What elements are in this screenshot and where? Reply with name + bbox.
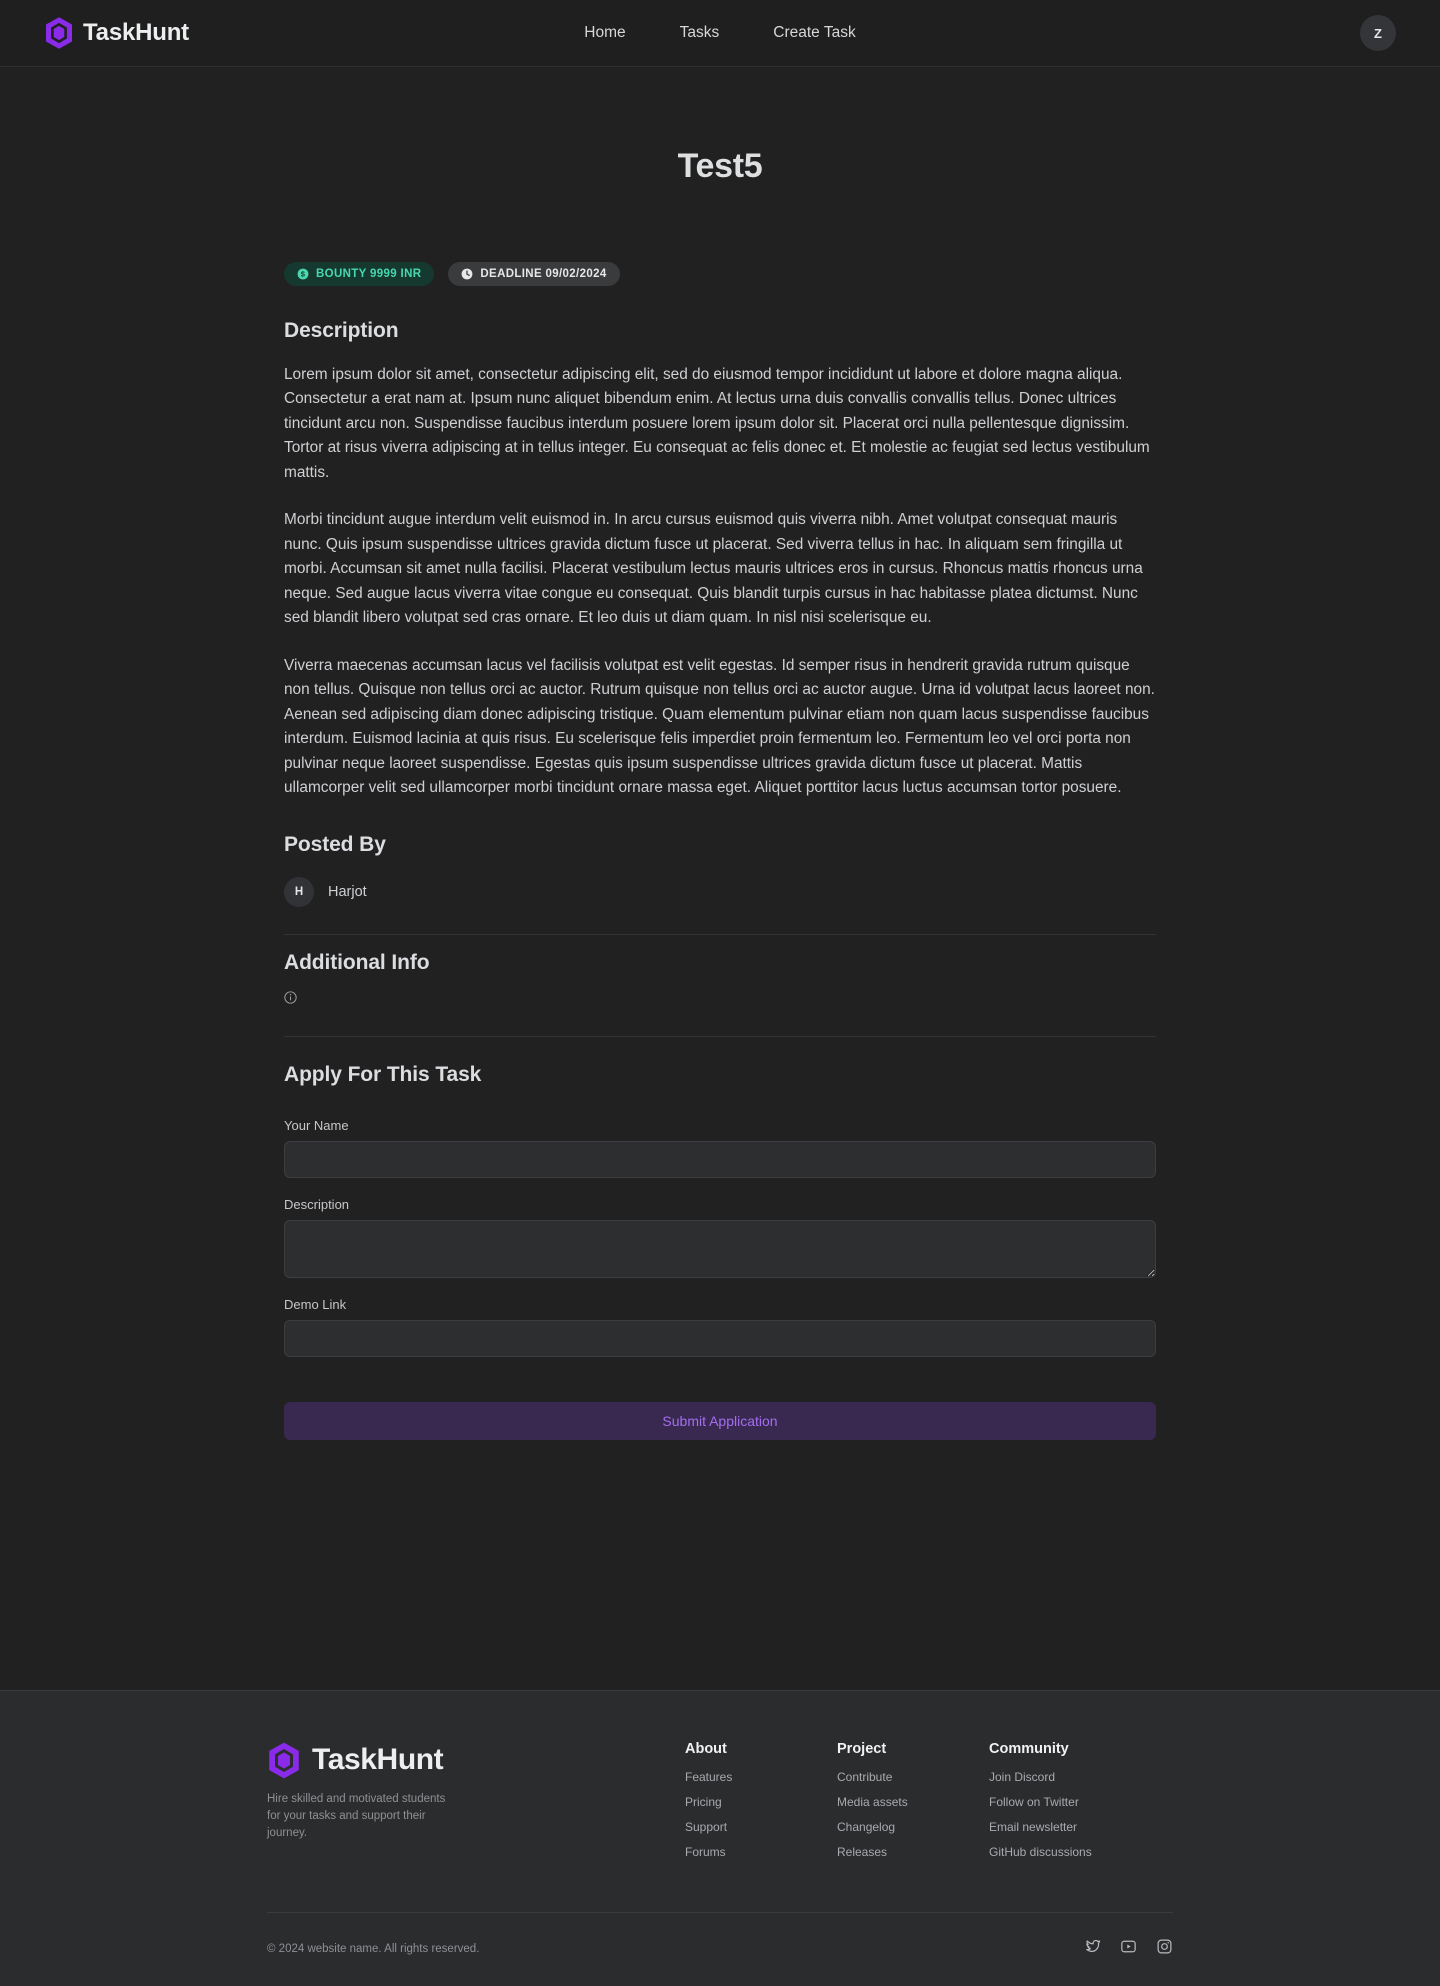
divider (284, 1035, 1156, 1037)
nav-link-create-task[interactable]: Create Task (773, 24, 855, 42)
footer-link-columns: About Features Pricing Support Forums Pr… (685, 1741, 1173, 1870)
bounty-badge-label: BOUNTY 9999 INR (316, 268, 422, 280)
footer-link-changelog[interactable]: Changelog (837, 1820, 989, 1834)
footer-link-follow-twitter[interactable]: Follow on Twitter (989, 1795, 1141, 1809)
site-header: TaskHunt Home Tasks Create Task Z (0, 0, 1440, 67)
poster-row[interactable]: H Harjot (284, 876, 1156, 907)
demo-link-label: Demo Link (284, 1296, 347, 1312)
footer-brand-logo[interactable]: TaskHunt (267, 1741, 567, 1780)
page-title: Test5 (677, 147, 763, 185)
footer-col-title: About (685, 1740, 727, 1757)
description-body: Lorem ipsum dolor sit amet, consectetur … (284, 363, 1156, 801)
posted-by-heading: Posted By (284, 832, 386, 856)
submit-application-button[interactable]: Submit Application (284, 1401, 1156, 1440)
additional-info-heading: Additional Info (284, 950, 430, 974)
footer-col-title: Project (837, 1740, 887, 1757)
apply-form: Your Name Description Demo Link Submit A… (284, 1118, 1156, 1440)
clock-icon (461, 268, 473, 280)
nav-link-tasks[interactable]: Tasks (680, 24, 720, 42)
footer-link-features[interactable]: Features (685, 1770, 837, 1784)
footer-link-media-assets[interactable]: Media assets (837, 1795, 989, 1809)
social-links (1084, 1938, 1173, 1960)
footer-link-forums[interactable]: Forums (685, 1845, 837, 1859)
apply-heading: Apply For This Task (284, 1062, 482, 1086)
poster-name: Harjot (328, 883, 367, 900)
footer-link-github-discussions[interactable]: GitHub discussions (989, 1845, 1141, 1859)
description-paragraph: Viverra maecenas accumsan lacus vel faci… (284, 656, 1155, 797)
description-paragraph: Lorem ipsum dolor sit amet, consectetur … (284, 366, 1150, 481)
footer-col-project: Project Contribute Media assets Changelo… (837, 1741, 989, 1870)
your-name-input[interactable] (284, 1140, 1156, 1178)
footer-col-about: About Features Pricing Support Forums (685, 1741, 837, 1870)
nav-link-home[interactable]: Home (584, 24, 625, 42)
footer-link-join-discord[interactable]: Join Discord (989, 1770, 1141, 1784)
user-avatar[interactable]: Z (1360, 15, 1396, 51)
poster-avatar: H (284, 876, 314, 907)
brand-name: TaskHunt (83, 19, 189, 46)
footer-tagline: Hire skilled and motivated students for … (267, 1792, 446, 1839)
field-demo-link: Demo Link (284, 1297, 1156, 1357)
main-nav: Home Tasks Create Task (584, 24, 855, 42)
field-your-name: Your Name (284, 1118, 1156, 1178)
footer-brand-name: TaskHunt (312, 1743, 444, 1777)
footer-link-pricing[interactable]: Pricing (685, 1795, 837, 1809)
field-description: Description (284, 1197, 1156, 1278)
twitter-icon[interactable] (1084, 1938, 1101, 1960)
bounty-badge: $ BOUNTY 9999 INR (284, 262, 435, 286)
dollar-circle-icon: $ (297, 268, 309, 280)
footer-col-title: Community (989, 1740, 1069, 1757)
description-heading: Description (284, 319, 399, 342)
demo-link-input[interactable] (284, 1319, 1156, 1357)
description-textarea[interactable] (284, 1219, 1156, 1278)
task-content: $ BOUNTY 9999 INR DEADLINE 09/02/2024 De… (284, 186, 1156, 1440)
additional-info-body (284, 991, 1156, 1009)
deadline-badge: DEADLINE 09/02/2024 (448, 262, 620, 286)
description-label: Description (284, 1196, 350, 1212)
site-footer: TaskHunt Hire skilled and motivated stud… (0, 1689, 1440, 1986)
taskhunt-hexagon-icon (46, 17, 72, 49)
footer-link-email-newsletter[interactable]: Email newsletter (989, 1820, 1141, 1834)
divider (284, 933, 1156, 935)
brand-logo[interactable]: TaskHunt (44, 16, 189, 50)
footer-link-contribute[interactable]: Contribute (837, 1770, 989, 1784)
footer-col-community: Community Join Discord Follow on Twitter… (989, 1741, 1141, 1870)
description-paragraph: Morbi tincidunt augue interdum velit eui… (284, 511, 1143, 627)
footer-link-support[interactable]: Support (685, 1820, 837, 1834)
your-name-label: Your Name (284, 1117, 349, 1133)
footer-bottom-bar: © 2024 website name. All rights reserved… (267, 1911, 1173, 1986)
task-meta-badges: $ BOUNTY 9999 INR DEADLINE 09/02/2024 (284, 262, 1156, 286)
youtube-icon[interactable] (1120, 1938, 1137, 1960)
footer-brand-col: TaskHunt Hire skilled and motivated stud… (267, 1741, 567, 1842)
instagram-icon[interactable] (1156, 1938, 1173, 1960)
page-body: Test5 $ BOUNTY 9999 INR DEADLINE 09/02/2… (0, 67, 1440, 1690)
footer-link-releases[interactable]: Releases (837, 1845, 989, 1859)
deadline-badge-label: DEADLINE 09/02/2024 (480, 268, 607, 280)
copyright-text: © 2024 website name. All rights reserved… (267, 1943, 480, 1956)
svg-text:$: $ (301, 270, 306, 279)
info-circle-icon (284, 991, 297, 1004)
taskhunt-hexagon-icon (269, 1742, 299, 1779)
